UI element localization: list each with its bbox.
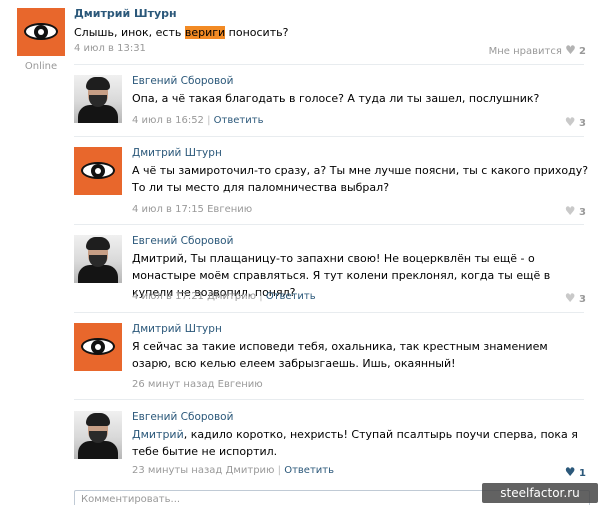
commenter-avatar[interactable] (74, 323, 122, 371)
eye-icon (24, 23, 58, 40)
like-button[interactable]: ♥ 3 (565, 204, 586, 218)
heart-icon: ♥ (564, 291, 576, 305)
reply-to[interactable]: Дмитрию (226, 465, 275, 476)
heart-icon: ♥ (565, 43, 576, 57)
comment-text: Опа, а чё такая благодать в голосе? А ту… (132, 92, 540, 105)
comment-meta: 4 июл в 17:21 Дмитрию | Ответить (132, 291, 316, 302)
reply-button[interactable]: Ответить (266, 291, 316, 302)
comment-text: Я сейчас за такие исповеди тебя, охальни… (132, 340, 548, 370)
like-count: 2 (579, 46, 586, 57)
comment-author-name[interactable]: Дмитрий Штурн (132, 323, 222, 335)
divider (74, 224, 584, 225)
like-button[interactable]: ♥ 3 (565, 291, 586, 305)
post-author-name[interactable]: Дмитрий Штурн (74, 7, 177, 20)
reply-to[interactable]: Евгению (218, 379, 263, 390)
comment-text: А чё ты замироточил-то сразу, а? Ты мне … (132, 164, 589, 194)
mention-link[interactable]: Дмитрий (132, 428, 184, 441)
comment-date[interactable]: 26 минут назад (132, 379, 214, 390)
comment-date[interactable]: 4 июл в 16:52 (132, 115, 204, 126)
post-date[interactable]: 4 июл в 13:31 (74, 43, 146, 54)
like-count: 1 (579, 468, 586, 479)
online-status: Online (24, 61, 58, 72)
reply-button[interactable]: Ответить (214, 115, 264, 126)
reply-button[interactable]: Ответить (284, 465, 334, 476)
watermark: steelfactor.ru (482, 483, 598, 503)
commenter-avatar[interactable] (74, 147, 122, 195)
like-button[interactable]: ♥ 3 (565, 115, 586, 129)
commenter-avatar[interactable] (74, 411, 122, 459)
separator: | (259, 291, 263, 302)
comment-date[interactable]: 4 июл в 17:21 (132, 291, 204, 302)
comment-date[interactable]: 23 минуты назад (132, 465, 222, 476)
divider (74, 312, 584, 313)
comment-author-name[interactable]: Дмитрий Штурн (132, 147, 222, 159)
author-avatar[interactable] (17, 8, 65, 56)
comment-author-name[interactable]: Евгений Сборовой (132, 411, 233, 423)
separator: | (207, 115, 211, 126)
reply-to[interactable]: Евгению (207, 204, 252, 215)
divider (74, 64, 584, 65)
divider (74, 136, 584, 137)
separator: | (277, 465, 282, 476)
like-count: 3 (579, 294, 586, 305)
commenter-avatar[interactable] (74, 235, 122, 283)
comment-date[interactable]: 4 июл в 17:15 (132, 204, 204, 215)
divider (74, 399, 584, 400)
comment-author-name[interactable]: Евгений Сборовой (132, 75, 233, 87)
comment-meta: 26 минут назад Евгению (132, 379, 263, 390)
like-label: Мне нравится (488, 46, 562, 57)
like-count: 3 (579, 118, 586, 129)
heart-icon: ♥ (564, 465, 576, 479)
like-button[interactable]: Мне нравится ♥ 2 (489, 43, 586, 57)
eye-icon (81, 338, 115, 355)
comment-meta: 4 июл в 17:15 Евгению (132, 204, 252, 215)
comment-meta: 23 минуты назад Дмитрию | Ответить (132, 465, 334, 476)
like-count: 3 (579, 207, 586, 218)
like-button[interactable]: ♥ 1 (565, 465, 586, 479)
comment-meta: 4 июл в 16:52 | Ответить (132, 115, 263, 126)
heart-icon: ♥ (564, 115, 576, 129)
highlighted-word: вериги (184, 26, 226, 39)
post-text: Слышь, инок, есть вериги поносить? (74, 26, 289, 39)
comment-text: Дмитрий, кадило коротко, нехристь! Ступа… (132, 428, 578, 458)
comment-author-name[interactable]: Евгений Сборовой (132, 235, 233, 247)
commenter-avatar[interactable] (74, 75, 122, 123)
heart-icon: ♥ (564, 204, 576, 218)
reply-to[interactable]: Дмитрию (207, 291, 256, 302)
eye-icon (81, 162, 115, 179)
